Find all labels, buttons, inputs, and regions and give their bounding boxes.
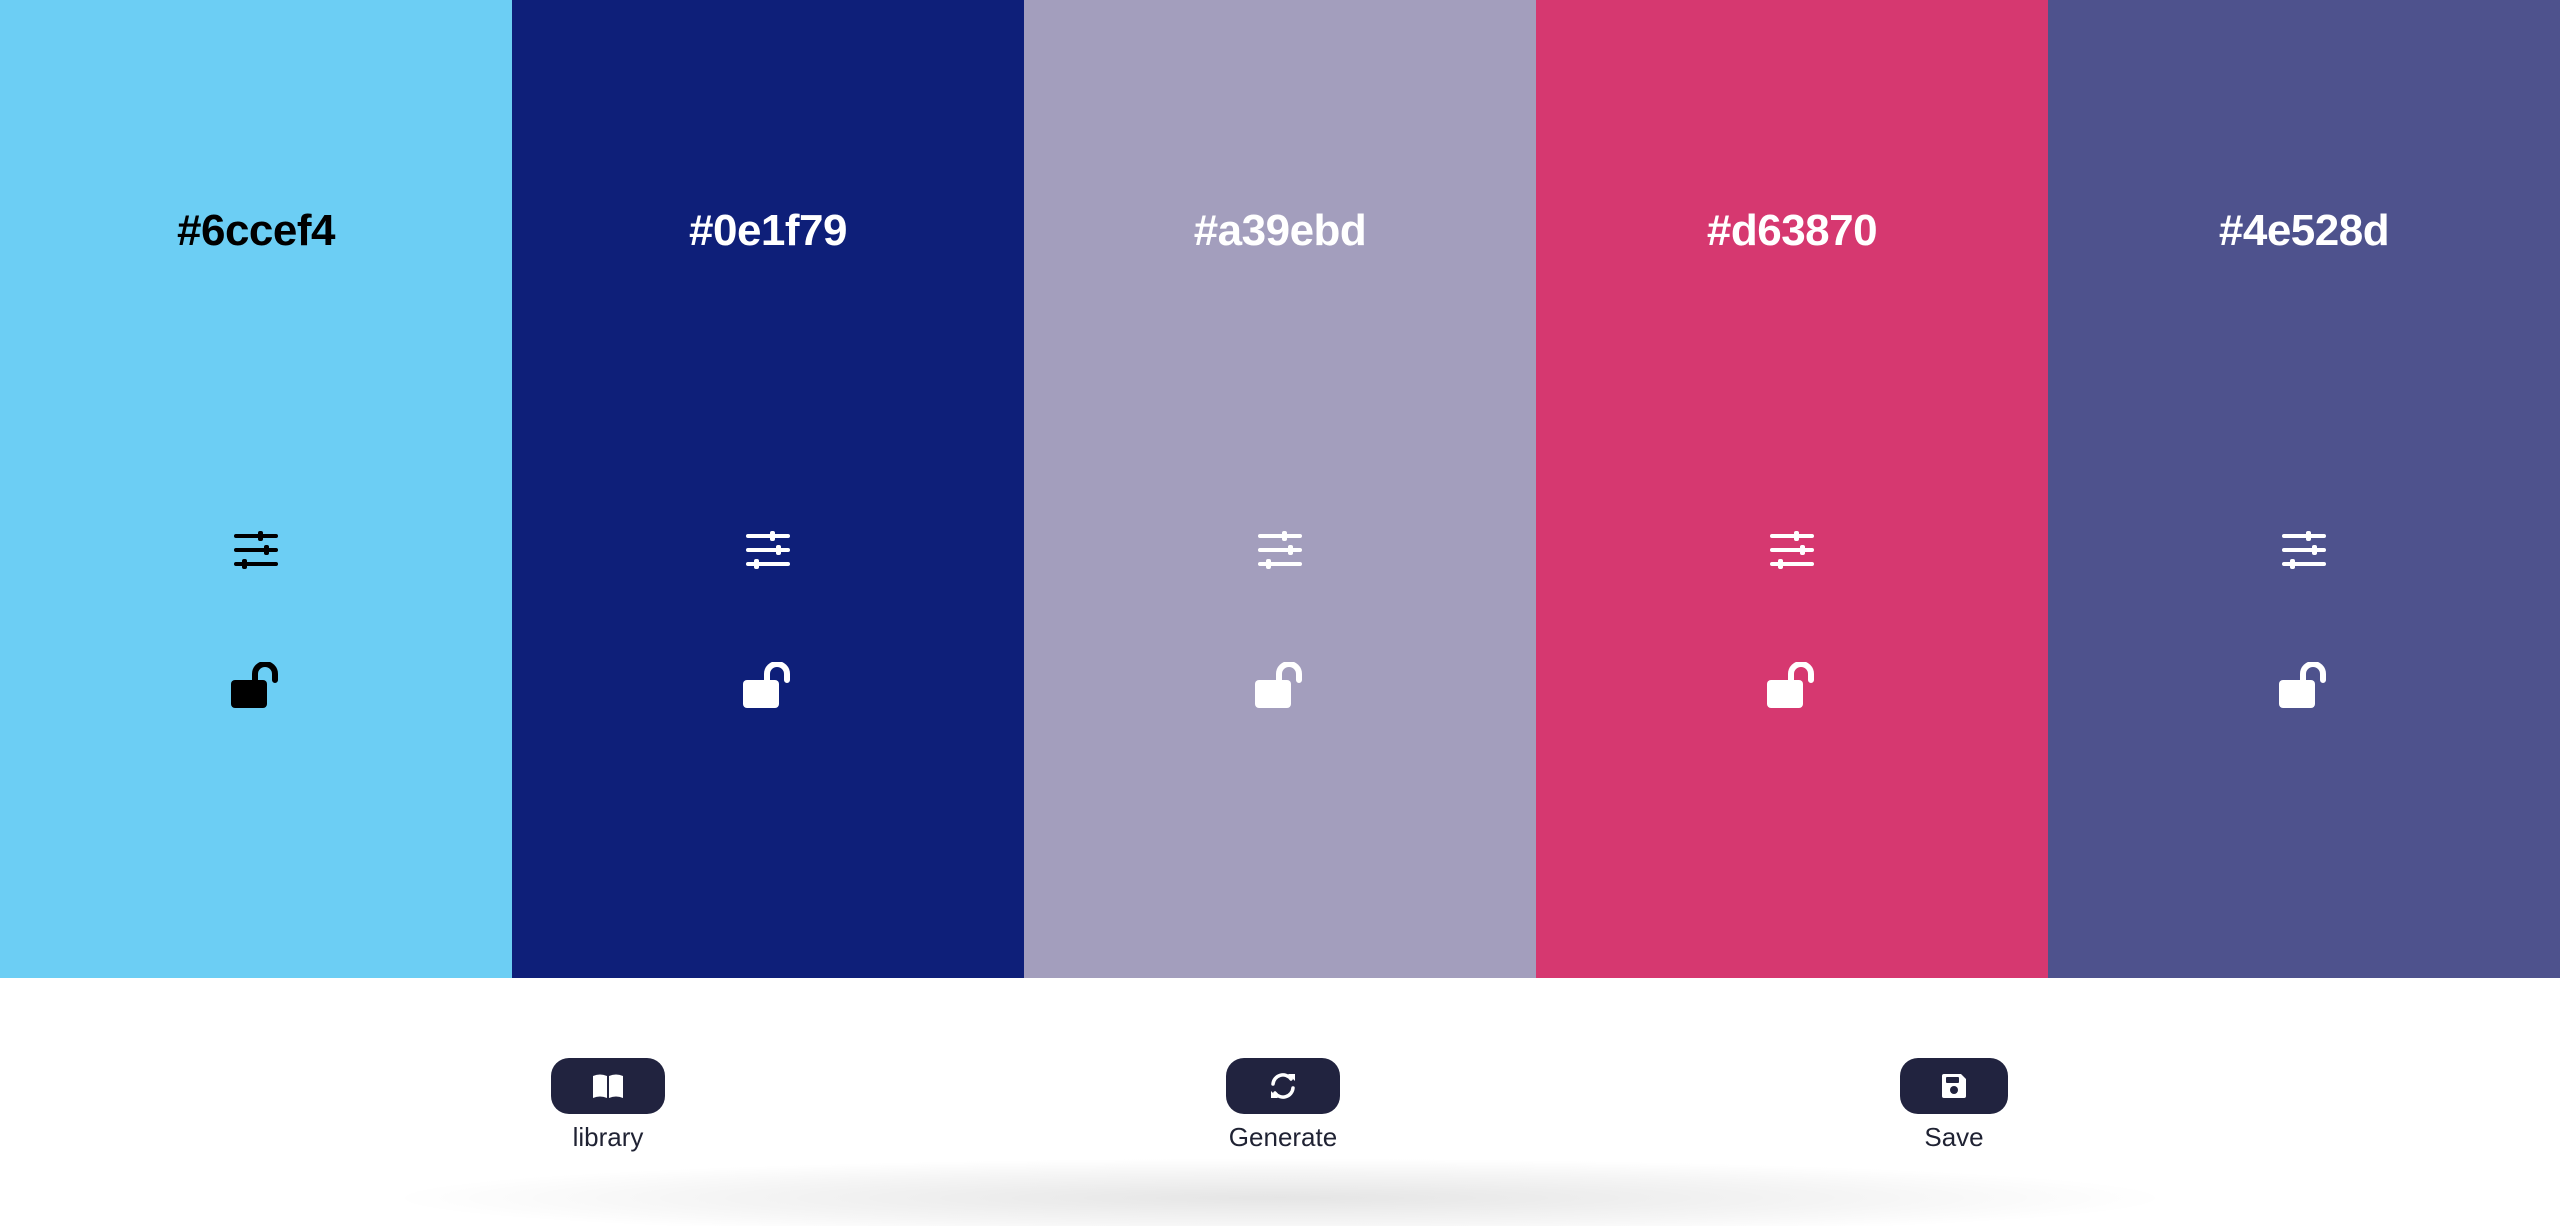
save-tool: Save [1884,1058,2024,1153]
color-swatch-5: #4e528d [2048,0,2560,978]
unlock-icon [1767,662,1814,708]
generate-button[interactable] [1226,1058,1340,1114]
library-tool: library [538,1058,678,1153]
save-button[interactable] [1900,1058,2008,1114]
hex-code[interactable]: #d63870 [1536,206,2048,256]
generate-tool: Generate [1213,1058,1353,1153]
hex-code[interactable]: #0e1f79 [512,206,1024,256]
lock-toggle-button[interactable] [2274,655,2334,715]
adjust-color-button[interactable] [1250,520,1310,580]
adjust-color-button[interactable] [2274,520,2334,580]
refresh-icon [1271,1073,1295,1099]
lock-toggle-button[interactable] [226,655,286,715]
bottom-toolbar: library Generate Save [0,978,2560,1226]
hex-code[interactable]: #4e528d [2048,206,2560,256]
floppy-disk-icon [1942,1074,1966,1098]
color-palette: #6ccef4 #0e1f79 #a39ebd #d63870 #4e528d [0,0,2560,978]
adjust-color-button[interactable] [1762,520,1822,580]
lock-toggle-button[interactable] [1762,655,1822,715]
generate-label: Generate [1228,1122,1338,1152]
unlock-icon [2279,662,2326,708]
adjust-color-button[interactable] [738,520,798,580]
save-label: Save [1924,1122,1984,1152]
sliders-icon [1770,531,1814,569]
color-swatch-3: #a39ebd [1024,0,1536,978]
palette-generator-app: #6ccef4 #0e1f79 #a39ebd #d63870 #4e528d … [0,0,2560,1226]
hex-code[interactable]: #a39ebd [1024,206,1536,256]
color-swatch-4: #d63870 [1536,0,2048,978]
library-label: library [572,1122,644,1152]
lock-toggle-button[interactable] [1250,655,1310,715]
sliders-icon [1258,531,1302,569]
library-button[interactable] [551,1058,665,1114]
unlock-icon [743,662,790,708]
sliders-icon [746,531,790,569]
unlock-icon [231,662,278,708]
color-swatch-1: #6ccef4 [0,0,512,978]
sliders-icon [234,531,278,569]
lock-toggle-button[interactable] [738,655,798,715]
toolbar-shadow [380,1158,2180,1226]
adjust-color-button[interactable] [226,520,286,580]
hex-code[interactable]: #6ccef4 [0,206,512,256]
sliders-icon [2282,531,2326,569]
unlock-icon [1255,662,1302,708]
color-swatch-2: #0e1f79 [512,0,1024,978]
book-open-icon [593,1074,623,1098]
